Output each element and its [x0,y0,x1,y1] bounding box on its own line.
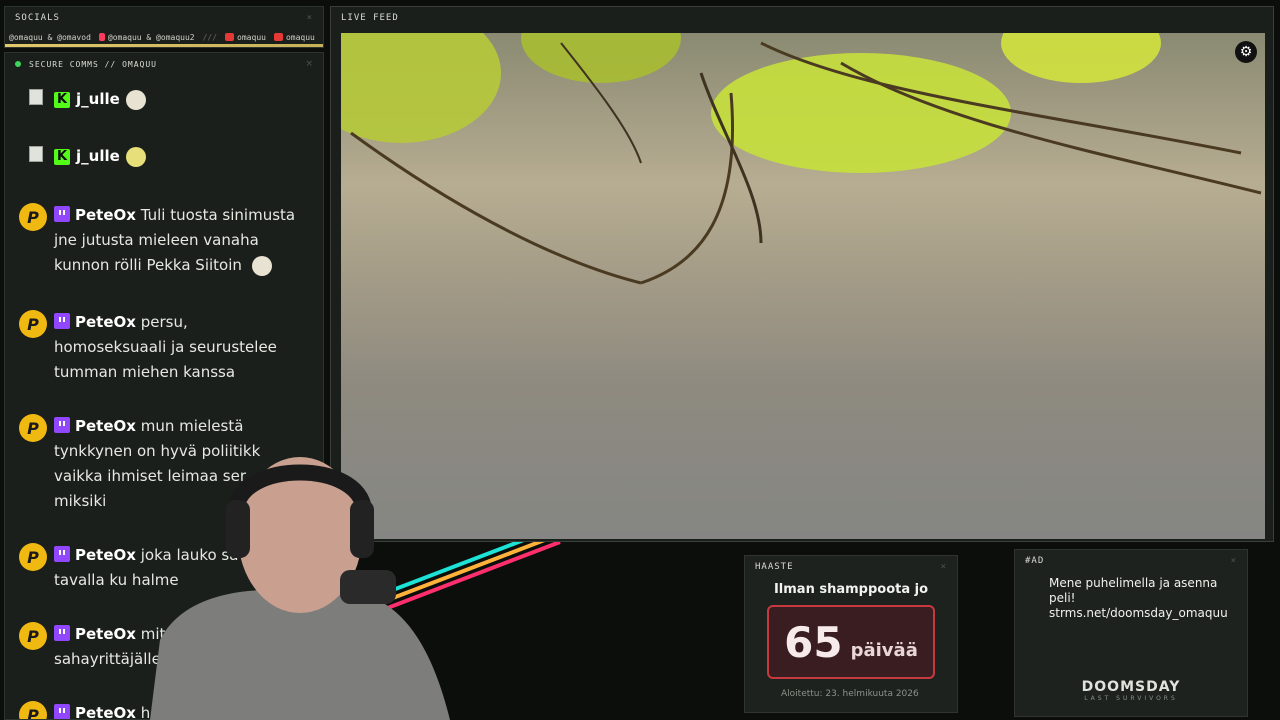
day-count: 65 [784,617,843,667]
chat-text: Tuli tuosta sinimusta [140,206,296,224]
chat-text: mun mielestä [140,417,244,435]
challenge-subtitle: Ilman shamppoota jo [773,582,929,597]
live-indicator-icon [15,61,21,67]
avatar[interactable]: P [19,622,47,650]
chat-username[interactable]: PeteOx [75,546,136,564]
social-item-youtube[interactable]: omaquu [273,33,315,42]
ad-header: #AD × [1015,550,1247,572]
social-item-twitter[interactable]: @omaquu & @omavod [9,33,91,42]
twitch-badge-icon [54,704,70,719]
chat-text: jne jutusta mieleen vanaha [54,231,259,249]
kick-icon [225,33,235,41]
close-icon[interactable]: × [307,13,313,23]
ad-panel: #AD × Mene puhelimella ja asenna peli! s… [1014,549,1248,717]
doomsday-logo: DOOMSDAY LAST SURVIVORS [1081,679,1181,702]
chat-username[interactable]: PeteOx [75,206,136,224]
twitch-badge-icon [54,625,70,641]
twitch-badge-icon [54,206,70,222]
plant-stems [350,41,1262,285]
live-feed-panel: LIVE FEED ⚙ [330,6,1274,542]
avatar[interactable]: P [19,414,47,442]
chat-text: homoseksuaali ja seurustelee [54,338,277,356]
streamer-silhouette [150,457,450,720]
close-icon[interactable]: × [1231,556,1237,566]
chat-username[interactable]: j_ulle [76,144,120,169]
twitch-badge-icon [54,313,70,329]
chat-message: Kj_ulle [19,87,319,112]
kick-badge-icon: K [54,91,70,108]
close-icon[interactable]: × [305,59,313,69]
broken-image-icon [29,146,43,162]
chat-text: kunnon rölli Pekka Siitoin [54,256,242,274]
tiktok-icon [98,33,105,41]
socials-accent-bar [5,44,323,47]
twitch-badge-icon [54,546,70,562]
close-icon[interactable]: × [941,562,947,572]
chat-text: h [140,704,151,720]
chat-message: P PeteOx Tuli tuosta sinimusta jne jutus… [19,203,319,278]
day-unit: päivää [850,639,918,661]
challenge-header: HAASTE × [745,556,957,578]
chat-username[interactable]: PeteOx [75,704,136,719]
chat-text: persu, [140,313,188,331]
live-feed-header: LIVE FEED [331,7,1273,29]
ad-line: Mene puhelimella ja asenna peli! [1049,576,1218,605]
chat-username[interactable]: PeteOx [75,417,136,435]
youtube-icon [273,33,283,41]
socials-panel: SOCIALS × @omaquu & @omavod @omaquu & @o… [4,6,324,48]
ad-title: #AD [1025,556,1045,566]
social-separator: /// [202,32,218,42]
socials-title: SOCIALS [15,13,60,23]
emote-icon [125,146,146,167]
video-feed[interactable]: ⚙ [341,33,1265,539]
ad-link[interactable]: strms.net/doomsday_omaquu [1049,606,1247,621]
chat-message: P PeteOx persu, homoseksuaali ja seurust… [19,310,319,385]
avatar[interactable]: P [19,310,47,338]
challenge-start-date: Aloitettu: 23. helmikuuta 2026 [781,689,919,699]
chat-title: SECURE COMMS // OMAQUU [29,59,157,69]
ad-text: Mene puhelimella ja asenna peli! strms.n… [1015,572,1247,621]
emote-icon [251,255,272,276]
avatar[interactable]: P [19,203,47,231]
kick-badge-icon: K [54,148,70,165]
live-feed-title: LIVE FEED [341,13,399,23]
chat-header: SECURE COMMS // OMAQUU × [5,53,323,75]
twitch-badge-icon [54,417,70,433]
challenge-panel: HAASTE × Ilman shamppoota jo 65 päivää A… [744,555,958,713]
chat-username[interactable]: PeteOx [75,625,136,643]
emote-icon [125,89,146,110]
gear-icon[interactable]: ⚙ [1235,41,1257,63]
chat-username[interactable]: PeteOx [75,313,136,331]
chat-message: Kj_ulle [19,144,319,169]
avatar[interactable]: P [19,543,47,571]
chat-text: tumman miehen kanssa [54,363,236,381]
broken-image-icon [29,89,43,105]
social-item-tiktok[interactable]: @omaquu & @omaquu2 [98,33,195,42]
challenge-title: HAASTE [755,562,794,572]
day-counter: 65 päivää [767,605,935,679]
chat-username[interactable]: j_ulle [76,87,120,112]
socials-header: SOCIALS × [5,7,323,29]
social-item-kick[interactable]: omaquu [225,33,266,42]
socials-ticker: @omaquu & @omavod @omaquu & @omaquu2 ///… [5,29,323,45]
webcam-overlay [150,440,460,720]
